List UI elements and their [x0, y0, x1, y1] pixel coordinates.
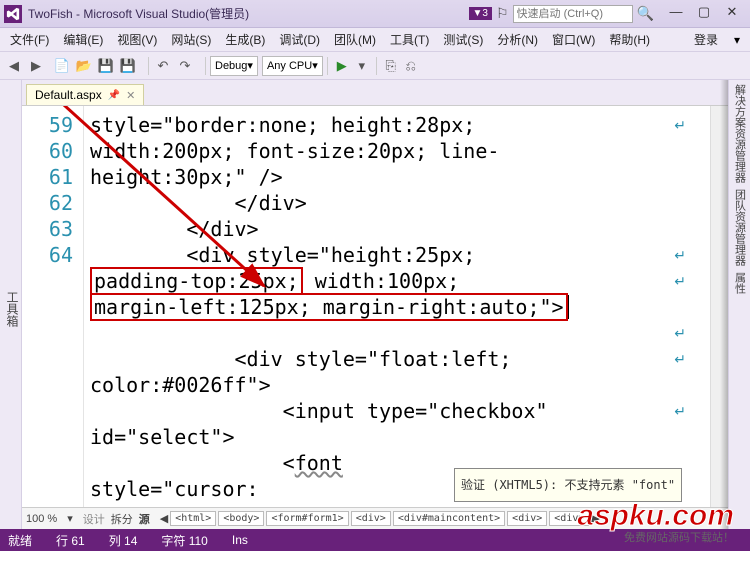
panel-tab-solution-explorer[interactable]: 解决方案资源管理器 [732, 84, 748, 183]
menu-analyze[interactable]: 分析(N) [491, 29, 544, 50]
window-title: TwoFish - Microsoft Visual Studio(管理员) [28, 5, 469, 22]
menu-team[interactable]: 团队(M) [328, 29, 382, 50]
view-source[interactable]: 源 [139, 511, 150, 527]
watermark-logo: aspku.com 免费网站源码下载站！ [577, 499, 734, 545]
right-panel-tabs: 解决方案资源管理器 团队资源管理器 属性 [728, 80, 750, 529]
code-line: height:30px;" /> [90, 164, 710, 190]
return-glyph-icon: ↵ [674, 114, 686, 140]
code-line: padding-top:25px; width:100px; [90, 268, 710, 294]
feedback-flag-icon[interactable]: ⚐ [496, 5, 509, 22]
start-debug-button[interactable]: ▶ [332, 56, 352, 76]
code-editor[interactable]: style="border:none; height:28px; width:2… [84, 106, 710, 507]
menu-tools[interactable]: 工具(T) [384, 29, 435, 50]
breadcrumb-item[interactable]: <div> [507, 511, 547, 526]
zoom-dropdown-icon[interactable]: ▾ [67, 512, 73, 525]
close-button[interactable]: ✕ [718, 4, 746, 24]
highlight-box-1: padding-top:25px; [90, 267, 303, 295]
zoom-label[interactable]: 100 % [26, 513, 57, 525]
status-ready: 就绪 [8, 532, 32, 549]
highlight-box-2: margin-left:125px; margin-right:auto;"> [90, 293, 568, 321]
tool-icon-1[interactable]: ⎘ [381, 56, 401, 76]
save-icon[interactable]: 💾 [96, 56, 116, 76]
back-button[interactable]: ◀ [4, 56, 24, 76]
breadcrumb-item[interactable]: <body> [218, 511, 264, 526]
browser-dropdown[interactable]: ▾ [352, 56, 372, 76]
code-line: <input type="checkbox" [90, 398, 710, 424]
return-glyph-icon: ↵ [674, 244, 686, 270]
menu-build[interactable]: 生成(B) [219, 29, 271, 50]
return-glyph-icon: ↵ [674, 348, 686, 374]
view-design[interactable]: 设计 [83, 511, 105, 527]
code-line: </div> [90, 190, 710, 216]
return-glyph-icon: ↵ [674, 400, 686, 426]
sign-in-link[interactable]: 登录 [686, 29, 726, 50]
maximize-button[interactable]: ▢ [690, 4, 718, 24]
redo-icon[interactable]: ↷ [175, 56, 195, 76]
breadcrumb-item[interactable]: <div#maincontent> [393, 511, 505, 526]
view-split[interactable]: 拆分 [111, 511, 133, 527]
menu-debug[interactable]: 调试(D) [273, 29, 326, 50]
pin-icon[interactable]: 📌 [108, 90, 120, 101]
open-icon[interactable]: 📂 [74, 56, 94, 76]
breadcrumb-item[interactable]: <html> [170, 511, 216, 526]
code-line: <div style="height:25px; [90, 242, 710, 268]
save-all-icon[interactable]: 💾 [118, 56, 138, 76]
code-line: id="select"> [90, 424, 710, 450]
code-line: <div style="float:left; [90, 346, 710, 372]
breadcrumb-prev-icon[interactable]: ◀ [160, 512, 168, 525]
return-glyph-icon: ↵ [674, 322, 686, 348]
forward-button[interactable]: ▶ [26, 56, 46, 76]
status-line: 行 61 [56, 532, 85, 549]
document-tab-row: Default.aspx 📌 ✕ [22, 80, 728, 106]
tab-close-icon[interactable]: ✕ [126, 89, 135, 102]
code-line: margin-left:125px; margin-right:auto;"> [90, 294, 710, 346]
tool-icon-2[interactable]: ⎌ [401, 56, 421, 76]
breadcrumb-item[interactable]: <form#form1> [266, 511, 348, 526]
new-project-icon[interactable]: 📄 [52, 56, 72, 76]
menu-website[interactable]: 网站(S) [165, 29, 217, 50]
menu-edit[interactable]: 编辑(E) [57, 29, 109, 50]
menu-window[interactable]: 窗口(W) [546, 29, 601, 50]
line-number-gutter: 596061 6263 64 [22, 106, 84, 507]
document-tab-default-aspx[interactable]: Default.aspx 📌 ✕ [26, 84, 144, 105]
search-icon[interactable]: 🔍 [637, 5, 654, 22]
panel-tab-properties[interactable]: 属性 [732, 272, 748, 294]
panel-tab-team-explorer[interactable]: 团队资源管理器 [732, 189, 748, 266]
menu-view[interactable]: 视图(V) [111, 29, 163, 50]
status-ins: Ins [232, 533, 248, 547]
config-dropdown[interactable]: Debug ▾ [210, 56, 258, 76]
validation-tooltip: 验证 (XHTML5): 不支持元素 "font" [454, 468, 682, 502]
user-dropdown-icon[interactable]: ▾ [728, 31, 746, 49]
breadcrumb-item[interactable]: <div> [351, 511, 391, 526]
menu-file[interactable]: 文件(F) [4, 29, 55, 50]
code-line: width:200px; font-size:20px; line- [90, 138, 710, 164]
menu-help[interactable]: 帮助(H) [603, 29, 656, 50]
platform-dropdown[interactable]: Any CPU ▾ [262, 56, 323, 76]
code-line: </div> [90, 216, 710, 242]
toolbox-panel-tab[interactable]: 工具箱 [0, 80, 22, 529]
tab-label: Default.aspx [35, 88, 102, 102]
notification-badge[interactable]: ▼3 [469, 7, 492, 20]
undo-icon[interactable]: ↶ [153, 56, 173, 76]
vertical-scrollbar[interactable] [710, 106, 728, 507]
code-line: color:#0026ff"> [90, 372, 710, 398]
status-col: 列 14 [109, 532, 138, 549]
quick-launch-input[interactable] [513, 5, 633, 23]
menu-test[interactable]: 测试(S) [437, 29, 489, 50]
status-char: 字符 110 [161, 532, 207, 549]
minimize-button[interactable]: ― [662, 4, 690, 24]
title-bar: TwoFish - Microsoft Visual Studio(管理员) ▼… [0, 0, 750, 28]
return-glyph-icon: ↵ [674, 270, 686, 296]
main-toolbar: ◀ ▶ 📄 📂 💾 💾 ↶ ↷ Debug ▾ Any CPU ▾ ▶ ▾ ⎘ … [0, 52, 750, 80]
code-line: style="border:none; height:28px; [90, 112, 710, 138]
menu-bar: 文件(F) 编辑(E) 视图(V) 网站(S) 生成(B) 调试(D) 团队(M… [0, 28, 750, 52]
vs-logo [4, 5, 22, 23]
